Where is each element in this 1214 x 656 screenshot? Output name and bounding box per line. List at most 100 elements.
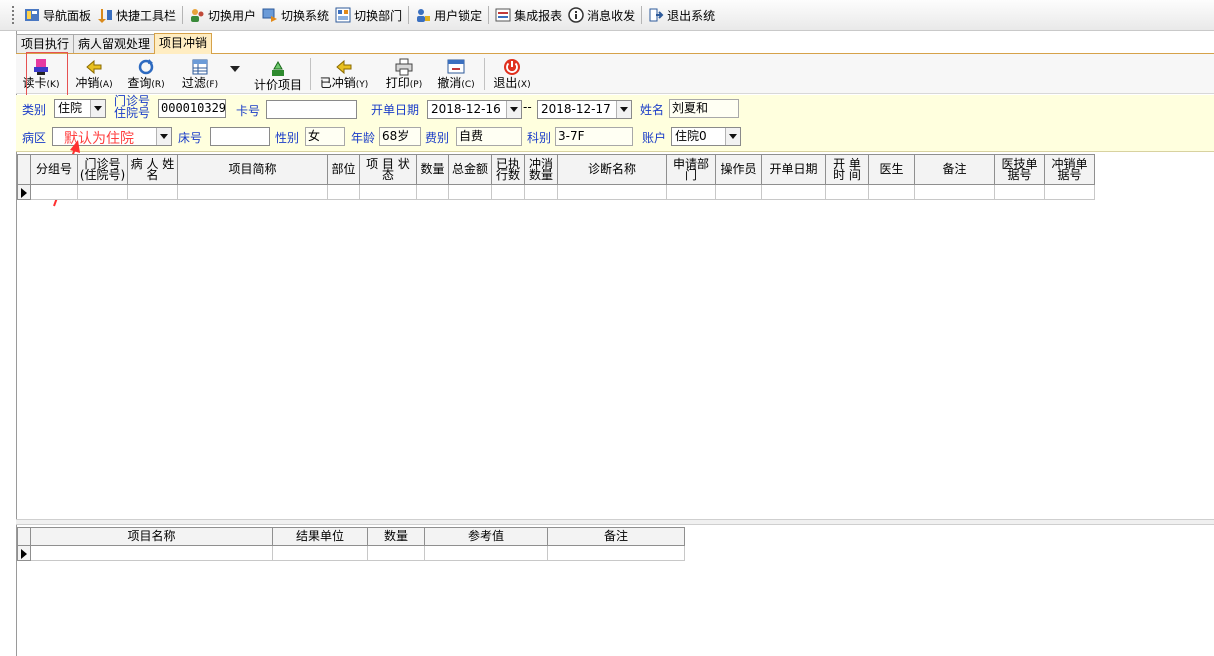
- column-header[interactable]: 参考值: [424, 527, 548, 546]
- reverse-button[interactable]: 冲销(A): [72, 56, 116, 92]
- menu-label: 消息收发: [587, 8, 636, 23]
- gender-field: 女: [305, 127, 345, 146]
- account-select[interactable]: 住院0: [671, 127, 741, 146]
- filter-dropdown-button[interactable]: [228, 56, 242, 92]
- column-header[interactable]: 开 单 时 间: [825, 154, 869, 185]
- column-header[interactable]: 项 目 状 态: [359, 154, 417, 185]
- patient-name-field: 刘夏和: [669, 99, 739, 118]
- navigation-panel-icon: [24, 7, 40, 23]
- chevron-down-icon: [90, 100, 105, 117]
- row-header-corner: [17, 527, 31, 546]
- cancel-key: (C): [461, 80, 475, 90]
- column-header[interactable]: 结果单位: [272, 527, 368, 546]
- name-label: 姓名: [640, 103, 665, 117]
- column-header[interactable]: 操作员: [715, 154, 762, 185]
- print-button[interactable]: 打印(P): [382, 56, 426, 92]
- column-header[interactable]: 分组号: [30, 154, 78, 185]
- menu-user-lock[interactable]: 用户锁定: [412, 4, 485, 26]
- column-header[interactable]: 病 人 姓 名: [127, 154, 178, 185]
- column-header[interactable]: 数量: [367, 527, 425, 546]
- column-header[interactable]: 项目简称: [177, 154, 328, 185]
- chevron-down-icon: [725, 128, 740, 145]
- reversed-icon: [335, 58, 353, 76]
- filter-label: 过滤: [181, 76, 206, 90]
- menu-quick-toolbar[interactable]: 快捷工具栏: [94, 4, 179, 26]
- printer-icon: [395, 58, 413, 76]
- bed-label: 床号: [178, 131, 203, 145]
- column-header[interactable]: 医技单据号: [994, 154, 1045, 185]
- reversed-key: (Y): [355, 80, 369, 90]
- column-header[interactable]: 数量: [416, 154, 449, 185]
- menu-navigation-panel[interactable]: 导航面板: [21, 4, 94, 26]
- undo-icon: [447, 58, 465, 76]
- row-indicator[interactable]: [17, 545, 31, 561]
- date-separator: --: [523, 100, 532, 114]
- category-label: 类别: [22, 103, 47, 117]
- table-row[interactable]: [17, 545, 685, 561]
- column-header[interactable]: 备注: [914, 154, 995, 185]
- tab-observation[interactable]: 病人留观处理: [73, 34, 156, 54]
- gender-label: 性别: [275, 131, 300, 145]
- column-header[interactable]: 医生: [868, 154, 915, 185]
- cancel-button[interactable]: 撤消(C): [434, 56, 478, 92]
- filter-grid-icon: [191, 58, 209, 76]
- main-grid: 分组号 门诊号(住院号) 病 人 姓 名 项目简称 部位 项 目 状 态 数量 …: [17, 154, 1095, 200]
- row-header-corner: [17, 154, 31, 185]
- table-row[interactable]: [17, 184, 1095, 200]
- query-button[interactable]: 查询(R): [124, 56, 168, 92]
- date-to-picker[interactable]: 2018-12-17: [537, 100, 632, 119]
- exit-system-icon: [648, 7, 664, 23]
- exit-button[interactable]: 退出(X): [490, 56, 534, 92]
- column-header[interactable]: 总金额: [448, 154, 492, 185]
- column-header[interactable]: 申请部门: [666, 154, 716, 185]
- switch-system-icon: [262, 7, 278, 23]
- action-toolbar: 读卡(K) 冲销(A) 查询(R) 过滤(F) 计价项目 已冲销(Y) 打印(P…: [16, 54, 1214, 94]
- column-header[interactable]: 门诊号(住院号): [77, 154, 128, 185]
- result-grid: 项目名称 结果单位 数量 参考值 备注: [17, 527, 685, 561]
- card-number-input[interactable]: [266, 100, 357, 119]
- menu-label: 用户锁定: [434, 8, 483, 23]
- bed-number-input[interactable]: [210, 127, 270, 146]
- column-header[interactable]: 诊断名称: [557, 154, 667, 185]
- category-select[interactable]: 住院: [54, 99, 106, 118]
- column-header[interactable]: 部位: [327, 154, 360, 185]
- panel-splitter[interactable]: [16, 519, 1214, 525]
- menu-switch-user[interactable]: 切换用户: [186, 4, 259, 26]
- date-from-picker[interactable]: 2018-12-16: [427, 100, 522, 119]
- filter-button[interactable]: 过滤(F): [178, 56, 222, 92]
- menu-switch-department[interactable]: 切换部门: [332, 4, 405, 26]
- outpatient-number-input[interactable]: 000010329: [158, 99, 226, 118]
- column-header[interactable]: 已执行数: [491, 154, 525, 185]
- reversed-button[interactable]: 已冲销(Y): [316, 56, 372, 92]
- column-header[interactable]: 项目名称: [30, 527, 273, 546]
- column-header[interactable]: 冲销单据号: [1044, 154, 1095, 185]
- column-header[interactable]: 冲消数量: [524, 154, 558, 185]
- user-lock-icon: [415, 7, 431, 23]
- menu-report[interactable]: 集成报表: [492, 4, 565, 26]
- result-grid-header: 项目名称 结果单位 数量 参考值 备注: [17, 527, 685, 546]
- message-icon: [568, 7, 584, 23]
- menu-separator: [408, 6, 410, 24]
- department-label: 科别: [527, 131, 552, 145]
- menu-separator: [182, 6, 184, 24]
- menu-exit-system[interactable]: 退出系统: [645, 4, 718, 26]
- menu-separator: [488, 6, 490, 24]
- toolbar-grip[interactable]: [12, 6, 15, 24]
- column-header[interactable]: 开单日期: [761, 154, 826, 185]
- reverse-key: (A): [99, 80, 113, 90]
- age-label: 年龄: [351, 131, 376, 145]
- refresh-icon: [137, 58, 155, 76]
- row-indicator[interactable]: [17, 184, 31, 200]
- date-label: 开单日期: [371, 103, 420, 117]
- tab-project-execution[interactable]: 项目执行: [16, 34, 75, 54]
- tab-project-reversal[interactable]: 项目冲销: [154, 33, 213, 54]
- pricing-project-button[interactable]: 计价项目: [252, 56, 304, 92]
- switch-user-icon: [189, 7, 205, 23]
- menu-message[interactable]: 消息收发: [565, 4, 638, 26]
- department-field: 3-7F: [555, 127, 633, 146]
- filter-panel: 类别 住院 门诊号 住院号 000010329 卡号 开单日期 2018-12-…: [16, 95, 1214, 152]
- age-field: 68岁: [379, 127, 421, 146]
- menu-switch-system[interactable]: 切换系统: [259, 4, 332, 26]
- column-header[interactable]: 备注: [547, 527, 685, 546]
- menu-label: 集成报表: [514, 8, 563, 23]
